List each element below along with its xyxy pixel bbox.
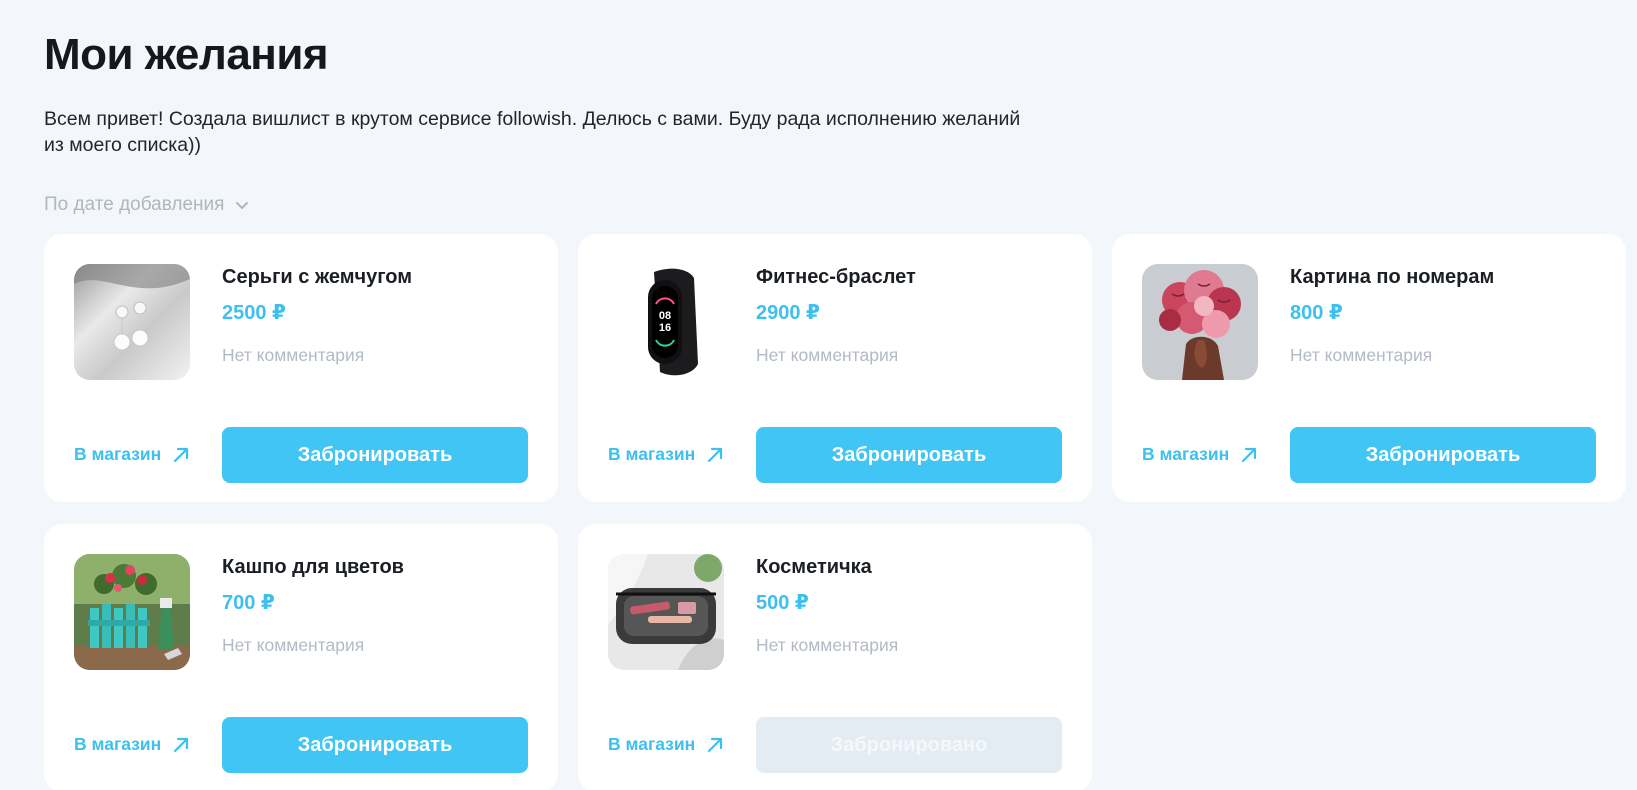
reserve-button[interactable]: Забронировать [1290, 427, 1596, 483]
item-comment: Нет комментария [756, 635, 899, 655]
item-price: 2900 ₽ [756, 302, 820, 324]
reserve-button[interactable]: Забронировать [756, 427, 1062, 483]
item-name: Фитнес-браслет [756, 266, 916, 288]
band-time-bottom: 16 [659, 322, 671, 334]
shop-link[interactable]: В магазин [608, 734, 725, 755]
reserve-button[interactable]: Забронировать [222, 427, 528, 483]
reserved-button: Забронировано [756, 717, 1062, 773]
item-comment: Нет комментария [222, 635, 365, 655]
page-title: Мои желания [44, 30, 329, 79]
product-image-flower-painting [1142, 264, 1258, 380]
shop-link-label: В магазин [74, 734, 162, 754]
wish-card: Серьги с жемчугом 2500 ₽ Нет комментария… [44, 234, 558, 502]
item-name: Кашпо для цветов [222, 556, 404, 578]
wishlist-grid: Серьги с жемчугом 2500 ₽ Нет комментария… [44, 234, 1626, 790]
external-arrow-icon [174, 447, 189, 462]
band-time-top: 08 [659, 310, 671, 322]
item-price: 800 ₽ [1290, 302, 1343, 324]
product-image-fitness-band: 08 16 [608, 264, 724, 380]
item-comment: Нет комментария [756, 345, 899, 365]
external-arrow-icon [708, 447, 723, 462]
shop-link-label: В магазин [608, 444, 696, 464]
shop-link[interactable]: В магазин [608, 444, 725, 465]
wish-card: Картина по номерам 800 ₽ Нет комментария… [1112, 234, 1626, 502]
product-image-cosmetic-bag [608, 554, 724, 670]
item-name: Серьги с жемчугом [222, 266, 413, 288]
item-name: Картина по номерам [1290, 266, 1495, 288]
product-image-flower-planter [74, 554, 190, 670]
item-price: 700 ₽ [222, 592, 275, 614]
product-image-pearl-earrings [74, 264, 190, 380]
shop-link-label: В магазин [74, 444, 162, 464]
wishlist-description: Всем привет! Создала вишлист в крутом се… [44, 108, 1021, 156]
item-comment: Нет комментария [222, 345, 365, 365]
shop-link[interactable]: В магазин [74, 734, 191, 755]
wish-card: 08 16 Фитнес-браслет 2900 ₽ Нет коммента… [578, 234, 1092, 502]
external-arrow-icon [174, 737, 189, 752]
item-name: Косметичка [756, 556, 872, 578]
wish-card: Косметичка 500 ₽ Нет комментария В магаз… [578, 524, 1092, 790]
external-arrow-icon [1242, 447, 1257, 462]
item-price: 500 ₽ [756, 592, 809, 614]
shop-link-label: В магазин [1142, 444, 1230, 464]
wish-card: Кашпо для цветов 700 ₽ Нет комментария В… [44, 524, 558, 790]
sort-dropdown[interactable]: По дате добавления [44, 194, 250, 216]
chevron-down-icon [236, 202, 249, 209]
sort-label: По дате добавления [44, 194, 225, 215]
item-comment: Нет комментария [1290, 345, 1433, 365]
shop-link[interactable]: В магазин [1142, 444, 1259, 465]
wishlist-page: Мои желания Всем привет! Создала вишлист… [0, 0, 1637, 790]
external-arrow-icon [708, 737, 723, 752]
item-price: 2500 ₽ [222, 302, 286, 324]
shop-link-label: В магазин [608, 734, 696, 754]
shop-link[interactable]: В магазин [74, 444, 191, 465]
reserve-button[interactable]: Забронировать [222, 717, 528, 773]
